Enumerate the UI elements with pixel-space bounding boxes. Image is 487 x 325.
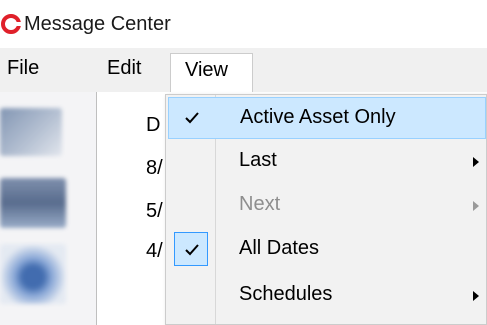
- submenu-arrow-icon: [473, 157, 479, 167]
- menu-item-label: Schedules: [239, 283, 333, 305]
- menu-item-label: All Dates: [239, 237, 320, 259]
- menu-item-active-asset-only[interactable]: Active Asset Only: [168, 97, 486, 139]
- check-box: [174, 232, 208, 266]
- view-dropdown-menu: Active Asset Only Last Next All Dates Sc…: [165, 94, 487, 325]
- menu-view[interactable]: View: [170, 53, 253, 97]
- window-title: Message Center: [24, 13, 171, 35]
- menu-item-all-dates[interactable]: All Dates: [168, 229, 486, 271]
- toolbar-button-3-icon[interactable]: [0, 244, 66, 304]
- left-toolbar: [0, 92, 97, 325]
- checkmark-icon: [185, 112, 199, 124]
- toolbar-button-2-icon[interactable]: [0, 178, 66, 228]
- toolbar-button-1-icon[interactable]: [0, 108, 62, 156]
- date-column-header[interactable]: D: [146, 114, 160, 137]
- title-bar: Message Center: [0, 0, 487, 48]
- menu-item-label: Active Asset Only: [240, 106, 396, 128]
- check-box: [175, 101, 209, 135]
- menu-view-label: View: [185, 59, 228, 81]
- list-item[interactable]: 5/: [146, 200, 163, 223]
- menu-item-last[interactable]: Last: [168, 141, 486, 183]
- list-item[interactable]: 8/: [146, 157, 163, 180]
- menu-edit[interactable]: Edit: [107, 57, 141, 80]
- menu-item-label: Last: [239, 149, 277, 171]
- submenu-arrow-icon: [473, 201, 479, 211]
- checkmark-icon: [185, 244, 199, 256]
- menu-item-label: Next: [239, 193, 281, 215]
- menu-item-schedules[interactable]: Schedules: [168, 275, 486, 317]
- menu-item-next: Next: [168, 185, 486, 227]
- menu-file[interactable]: File: [7, 57, 39, 80]
- submenu-arrow-icon: [473, 291, 479, 301]
- list-item[interactable]: 4/: [146, 240, 163, 263]
- app-logo-icon: [1, 14, 22, 34]
